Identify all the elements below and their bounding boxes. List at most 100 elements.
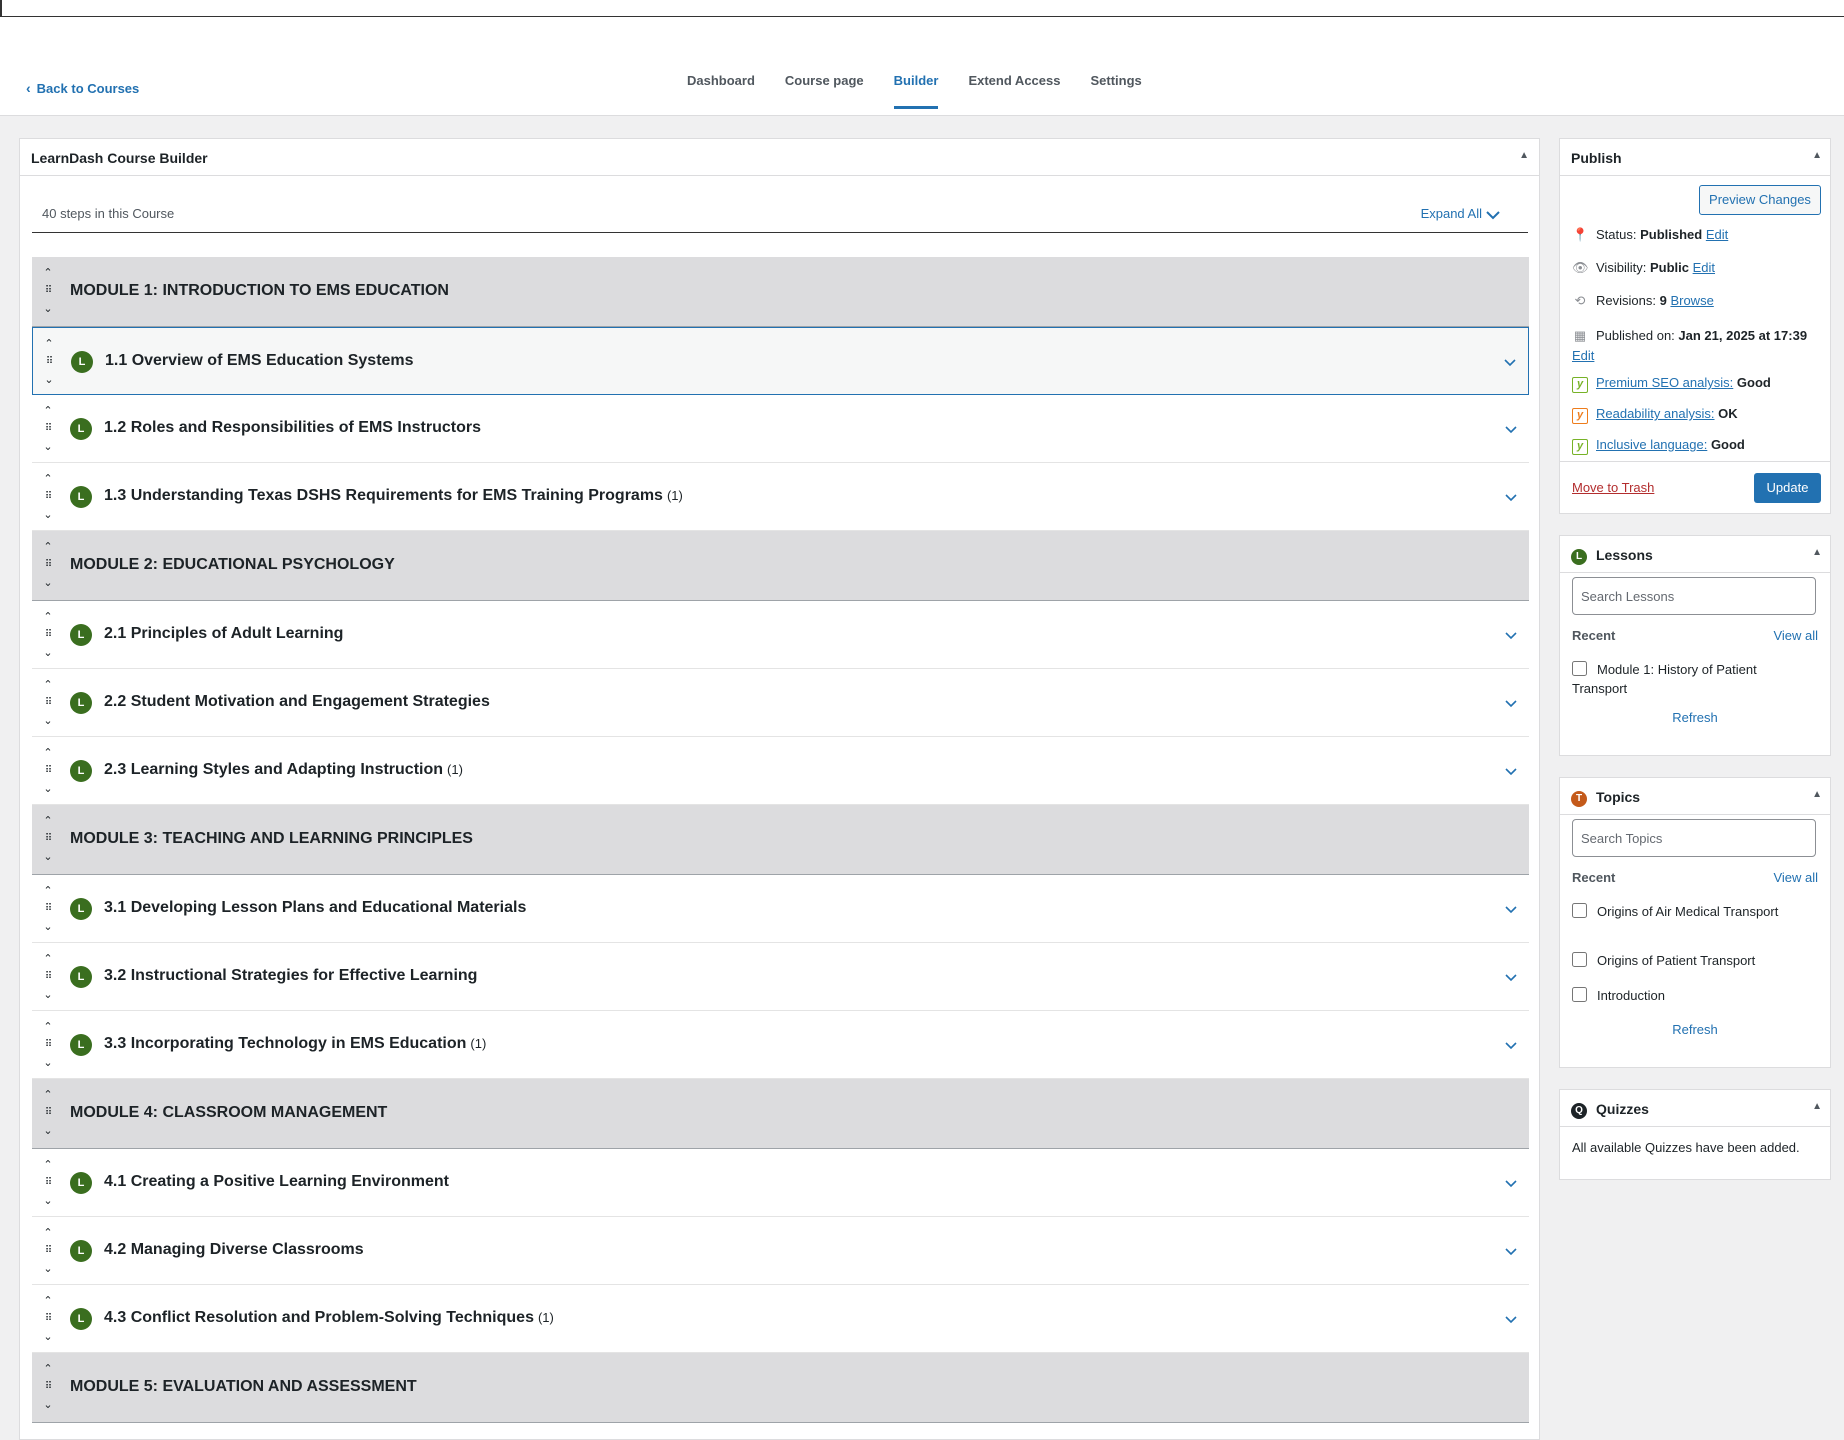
drag-handle-icon[interactable]: ⠿ [40,1245,56,1257]
lesson-title-wrap[interactable]: 3.1 Developing Lesson Plans and Educatio… [104,899,530,917]
drag-handle-icon[interactable]: ⠿ [40,1381,56,1393]
drag-handle-icon[interactable]: ⠿ [40,491,56,503]
lesson-title-wrap[interactable]: 1.3 Understanding Texas DSHS Requirement… [104,487,683,505]
drag-handle-icon[interactable]: ⠿ [40,765,56,777]
topic-checkbox-item[interactable]: Introduction [1572,986,1792,1005]
visibility-edit-link[interactable]: Edit [1693,260,1715,275]
move-down-icon[interactable]: ⌄ [40,921,56,933]
module-row[interactable]: ⌃ ⠿ ⌄ MODULE 3: TEACHING AND LEARNING PR… [32,805,1529,875]
move-down-icon[interactable]: ⌄ [40,441,56,453]
expand-chevron-icon[interactable] [1503,763,1519,779]
lesson-row[interactable]: ⌃ ⠿ ⌄ L 3.1 Developing Lesson Plans and … [32,875,1529,943]
search-lessons-input[interactable] [1572,577,1816,615]
move-down-icon[interactable]: ⌄ [40,647,56,659]
seo-analysis-link[interactable]: Premium SEO analysis: [1596,375,1733,390]
lesson-checkbox[interactable] [1572,661,1587,676]
topics-refresh-link[interactable]: Refresh [1560,1022,1830,1037]
tab-extend-access[interactable]: Extend Access [953,17,1075,115]
search-topics-input[interactable] [1572,819,1816,857]
collapse-toggle-icon[interactable]: ▲ [1519,150,1529,161]
lesson-row[interactable]: ⌃ ⠿ ⌄ L 4.3 Conflict Resolution and Prob… [32,1285,1529,1353]
module-row[interactable]: ⌃ ⠿ ⌄ MODULE 4: CLASSROOM MANAGEMENT [32,1079,1529,1149]
tab-course-page[interactable]: Course page [770,17,879,115]
module-row[interactable]: ⌃ ⠿ ⌄ MODULE 5: EVALUATION AND ASSESSMEN… [32,1353,1529,1423]
lesson-title-wrap[interactable]: 1.1 Overview of EMS Education Systems [105,352,418,370]
lesson-title-wrap[interactable]: 4.2 Managing Diverse Classrooms [104,1241,368,1259]
drag-handle-icon[interactable]: ⠿ [40,971,56,983]
collapse-toggle-icon[interactable]: ▲ [1812,150,1822,161]
update-button[interactable]: Update [1754,473,1821,503]
expand-chevron-icon[interactable] [1503,627,1519,643]
move-to-trash-link[interactable]: Move to Trash [1572,480,1654,495]
expand-chevron-icon[interactable] [1503,1311,1519,1327]
readability-link[interactable]: Readability analysis: [1596,406,1715,421]
move-down-icon[interactable]: ⌄ [40,851,56,863]
lesson-row[interactable]: ⌃ ⠿ ⌄ L 1.1 Overview of EMS Education Sy… [32,327,1529,395]
lessons-refresh-link[interactable]: Refresh [1560,710,1830,725]
move-up-icon[interactable]: ⌃ [40,1159,56,1171]
drag-handle-icon[interactable]: ⠿ [41,356,57,368]
drag-handle-icon[interactable]: ⠿ [40,833,56,845]
move-down-icon[interactable]: ⌄ [40,989,56,1001]
inclusive-language-link[interactable]: Inclusive language: [1596,437,1707,452]
lesson-row[interactable]: ⌃ ⠿ ⌄ L 3.2 Instructional Strategies for… [32,943,1529,1011]
move-down-icon[interactable]: ⌄ [40,303,56,315]
topic-checkbox-item[interactable]: Origins of Patient Transport [1572,951,1792,970]
drag-handle-icon[interactable]: ⠿ [40,697,56,709]
move-down-icon[interactable]: ⌄ [40,1399,56,1411]
expand-chevron-icon[interactable] [1503,969,1519,985]
drag-handle-icon[interactable]: ⠿ [40,423,56,435]
topic-checkbox[interactable] [1572,952,1587,967]
move-down-icon[interactable]: ⌄ [41,374,57,386]
drag-handle-icon[interactable]: ⠿ [40,285,56,297]
move-up-icon[interactable]: ⌃ [40,679,56,691]
drag-handle-icon[interactable]: ⠿ [40,1039,56,1051]
topics-view-all-link[interactable]: View all [1773,870,1818,885]
drag-handle-icon[interactable]: ⠿ [40,1177,56,1189]
lesson-row[interactable]: ⌃ ⠿ ⌄ L 2.3 Learning Styles and Adapting… [32,737,1529,805]
move-up-icon[interactable]: ⌃ [40,747,56,759]
revisions-browse-link[interactable]: Browse [1670,293,1713,308]
move-up-icon[interactable]: ⌃ [41,338,57,350]
move-down-icon[interactable]: ⌄ [40,1263,56,1275]
topic-checkbox-item[interactable]: Origins of Air Medical Transport [1572,902,1792,921]
move-up-icon[interactable]: ⌃ [40,885,56,897]
move-down-icon[interactable]: ⌄ [40,1195,56,1207]
lesson-title-wrap[interactable]: 2.3 Learning Styles and Adapting Instruc… [104,761,463,779]
move-up-icon[interactable]: ⌃ [40,953,56,965]
lesson-title-wrap[interactable]: 4.3 Conflict Resolution and Problem-Solv… [104,1309,554,1327]
move-down-icon[interactable]: ⌄ [40,1331,56,1343]
lesson-row[interactable]: ⌃ ⠿ ⌄ L 4.1 Creating a Positive Learning… [32,1149,1529,1217]
lesson-row[interactable]: ⌃ ⠿ ⌄ L 2.2 Student Motivation and Engag… [32,669,1529,737]
lesson-title-wrap[interactable]: 3.2 Instructional Strategies for Effecti… [104,967,481,985]
expand-chevron-icon[interactable] [1503,1037,1519,1053]
move-up-icon[interactable]: ⌃ [40,1021,56,1033]
lesson-row[interactable]: ⌃ ⠿ ⌄ L 1.2 Roles and Responsibilities o… [32,395,1529,463]
topic-checkbox[interactable] [1572,903,1587,918]
move-up-icon[interactable]: ⌃ [40,541,56,553]
lesson-row[interactable]: ⌃ ⠿ ⌄ L 2.1 Principles of Adult Learning [32,601,1529,669]
move-down-icon[interactable]: ⌄ [40,715,56,727]
expand-all-button[interactable]: Expand All [1421,206,1500,221]
tab-builder[interactable]: Builder [879,17,954,115]
drag-handle-icon[interactable]: ⠿ [40,1313,56,1325]
tab-settings[interactable]: Settings [1075,17,1156,115]
move-down-icon[interactable]: ⌄ [40,1057,56,1069]
status-edit-link[interactable]: Edit [1706,227,1728,242]
move-up-icon[interactable]: ⌃ [40,405,56,417]
expand-chevron-icon[interactable] [1502,354,1518,370]
lesson-title-wrap[interactable]: 2.2 Student Motivation and Engagement St… [104,693,494,711]
topic-checkbox[interactable] [1572,987,1587,1002]
lesson-row[interactable]: ⌃ ⠿ ⌄ L 4.2 Managing Diverse Classrooms [32,1217,1529,1285]
lesson-row[interactable]: ⌃ ⠿ ⌄ L 1.3 Understanding Texas DSHS Req… [32,463,1529,531]
move-down-icon[interactable]: ⌄ [40,783,56,795]
move-down-icon[interactable]: ⌄ [40,577,56,589]
move-up-icon[interactable]: ⌃ [40,1363,56,1375]
drag-handle-icon[interactable]: ⠿ [40,629,56,641]
collapse-toggle-icon[interactable]: ▲ [1812,789,1822,800]
lesson-title-wrap[interactable]: 3.3 Incorporating Technology in EMS Educ… [104,1035,486,1053]
move-up-icon[interactable]: ⌃ [40,473,56,485]
expand-chevron-icon[interactable] [1503,1243,1519,1259]
drag-handle-icon[interactable]: ⠿ [40,903,56,915]
move-up-icon[interactable]: ⌃ [40,611,56,623]
